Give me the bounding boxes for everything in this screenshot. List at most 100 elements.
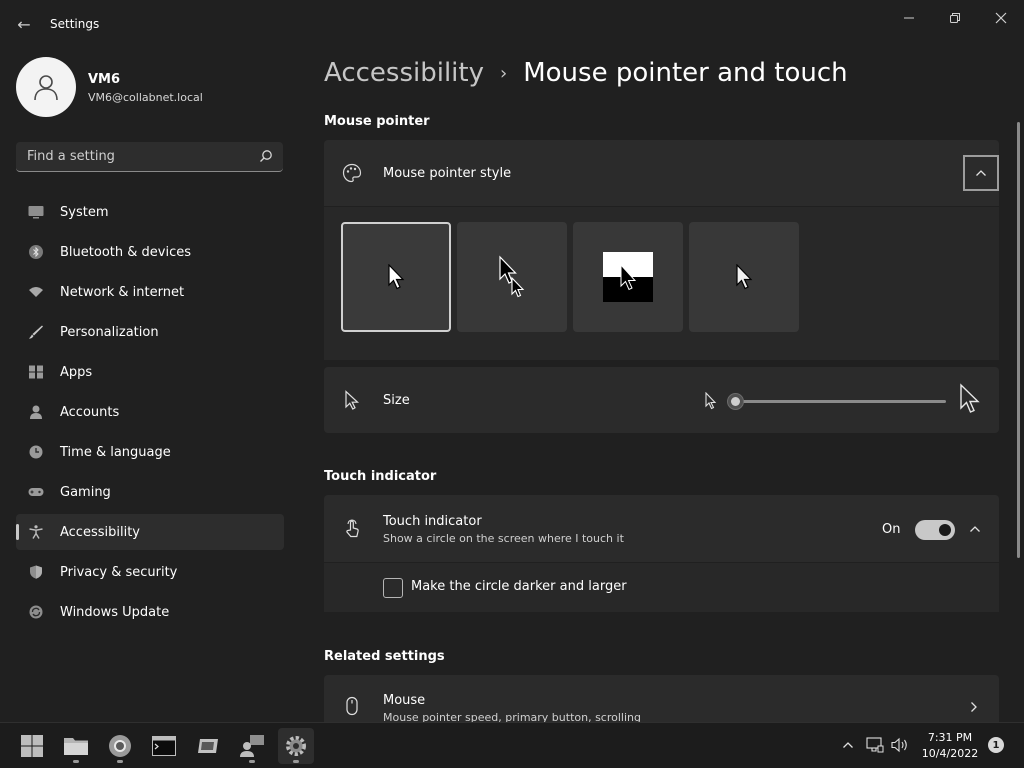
- sidebar-item-label: Network & internet: [60, 284, 185, 300]
- sidebar-item-label: Bluetooth & devices: [60, 244, 191, 260]
- taskbar-file-explorer[interactable]: [58, 728, 94, 764]
- sidebar-item-time-language[interactable]: Time & language: [16, 434, 284, 470]
- title-bar: ← Settings: [0, 0, 1024, 48]
- sidebar-item-gaming[interactable]: Gaming: [16, 474, 284, 510]
- touch-indicator-label: Touch indicator: [383, 514, 482, 529]
- sidebar-nav: System Bluetooth & devices Network & int…: [16, 194, 284, 634]
- sidebar-item-apps[interactable]: Apps: [16, 354, 284, 390]
- main-scrollbar[interactable]: [1017, 122, 1020, 558]
- settings-gear-icon: [286, 736, 306, 756]
- pointer-style-white-option[interactable]: [341, 222, 451, 332]
- apps-icon: [29, 365, 43, 379]
- person-icon: [34, 75, 58, 101]
- user-name: VM6: [88, 72, 121, 87]
- pointer-size-row: Size: [324, 367, 999, 433]
- taskbar: 7:31 PM 10/4/2022 1: [0, 722, 1024, 768]
- mouse-pointer-style-collapse-button[interactable]: [963, 155, 999, 191]
- start-button[interactable]: [14, 728, 50, 764]
- sidebar-item-windows-update[interactable]: Windows Update: [16, 594, 284, 630]
- touch-indicator-toggle[interactable]: [915, 520, 955, 540]
- mouse-icon: [346, 696, 358, 716]
- network-icon: [866, 737, 884, 753]
- gamepad-icon: [28, 488, 44, 496]
- pointer-style-black-option[interactable]: [457, 222, 567, 332]
- avatar: [16, 57, 76, 117]
- tray-overflow-button[interactable]: [839, 736, 857, 754]
- pointer-size-slider-track[interactable]: [736, 400, 946, 403]
- touch-indicator-row[interactable]: Touch indicator Show a circle on the scr…: [324, 495, 999, 562]
- sidebar-item-accessibility[interactable]: Accessibility: [16, 514, 284, 550]
- back-arrow-icon: ←: [17, 14, 31, 34]
- chevron-up-icon: [970, 526, 980, 532]
- file-explorer-icon: [64, 738, 88, 755]
- taskbar-clock-date[interactable]: 10/4/2022: [916, 747, 984, 760]
- user-email: VM6@collabnet.local: [88, 91, 203, 104]
- close-button[interactable]: [978, 6, 1024, 30]
- sidebar-item-bluetooth[interactable]: Bluetooth & devices: [16, 234, 284, 270]
- tray-network[interactable]: [866, 736, 884, 754]
- notification-badge[interactable]: 1: [988, 737, 1004, 753]
- taskbar-remote-users[interactable]: [234, 728, 270, 764]
- search-input[interactable]: [16, 142, 251, 171]
- inverted-pointer-icon: [603, 252, 653, 302]
- pointer-size-slider-thumb[interactable]: [727, 393, 744, 410]
- mouse-pointer-style-header[interactable]: Mouse pointer style: [324, 140, 999, 206]
- taskbar-settings[interactable]: [278, 728, 314, 764]
- search-box: [16, 142, 283, 172]
- taskbar-terminal[interactable]: [146, 728, 182, 764]
- pointer-style-custom-option[interactable]: [689, 222, 799, 332]
- sidebar-item-label: Accessibility: [60, 524, 140, 540]
- touch-indicator-expand-button[interactable]: [965, 519, 985, 539]
- app-icon: [198, 739, 218, 753]
- sidebar-item-privacy[interactable]: Privacy & security: [16, 554, 284, 590]
- sidebar-item-label: Accounts: [60, 404, 120, 420]
- update-icon: [29, 605, 43, 619]
- large-pointer-icon: [960, 383, 980, 413]
- pointer-style-inverted-option[interactable]: [573, 222, 683, 332]
- breadcrumb-separator: ›: [500, 62, 508, 84]
- taskbar-chrome[interactable]: [102, 728, 138, 764]
- shield-icon: [30, 565, 42, 579]
- restore-button[interactable]: [932, 6, 978, 30]
- chevron-up-icon: [843, 742, 853, 748]
- touch-indicator-description: Show a circle on the screen where I touc…: [383, 532, 624, 545]
- touch-indicator-options: Make the circle darker and larger: [324, 563, 999, 612]
- breadcrumb-parent-link[interactable]: Accessibility: [324, 58, 484, 88]
- custom-pointer-icon: [736, 264, 753, 290]
- app-title: Settings: [50, 17, 100, 31]
- section-title-related-settings: Related settings: [324, 649, 445, 664]
- close-icon: [995, 12, 1007, 24]
- sidebar-item-personalization[interactable]: Personalization: [16, 314, 284, 350]
- sidebar-item-label: Privacy & security: [60, 564, 178, 580]
- mouse-pointer-style-options: [324, 207, 999, 360]
- search-icon[interactable]: [259, 149, 273, 163]
- sidebar-item-label: Gaming: [60, 484, 111, 500]
- taskbar-clock-time[interactable]: 7:31 PM: [920, 731, 980, 744]
- restore-icon: [950, 13, 960, 23]
- terminal-icon: [152, 736, 176, 756]
- pointer-size-icon: [345, 390, 360, 410]
- related-mouse-description: Mouse pointer speed, primary button, scr…: [383, 711, 641, 722]
- back-button[interactable]: ←: [12, 12, 36, 36]
- sidebar-item-accounts[interactable]: Accounts: [16, 394, 284, 430]
- related-mouse-label: Mouse: [383, 693, 426, 708]
- toggle-knob: [939, 524, 951, 536]
- section-title-mouse-pointer: Mouse pointer: [324, 114, 430, 129]
- touch-hand-icon: [346, 519, 359, 538]
- sidebar-item-label: Windows Update: [60, 604, 170, 620]
- darker-larger-circle-checkbox[interactable]: [383, 578, 403, 598]
- pointer-size-label: Size: [383, 393, 410, 408]
- minimize-button[interactable]: [886, 6, 932, 30]
- chevron-right-icon: [971, 702, 977, 712]
- taskbar-app[interactable]: [190, 728, 226, 764]
- related-mouse-link[interactable]: Mouse Mouse pointer speed, primary butto…: [324, 675, 999, 722]
- sidebar-item-network[interactable]: Network & internet: [16, 274, 284, 310]
- tray-volume[interactable]: [891, 736, 909, 754]
- monitor-icon: [28, 206, 44, 219]
- clock-globe-icon: [29, 445, 43, 459]
- sidebar-item-system[interactable]: System: [16, 194, 284, 230]
- minimize-icon: [904, 17, 914, 19]
- page-title: Mouse pointer and touch: [523, 58, 848, 88]
- brush-icon: [29, 325, 43, 339]
- chevron-up-icon: [976, 170, 986, 176]
